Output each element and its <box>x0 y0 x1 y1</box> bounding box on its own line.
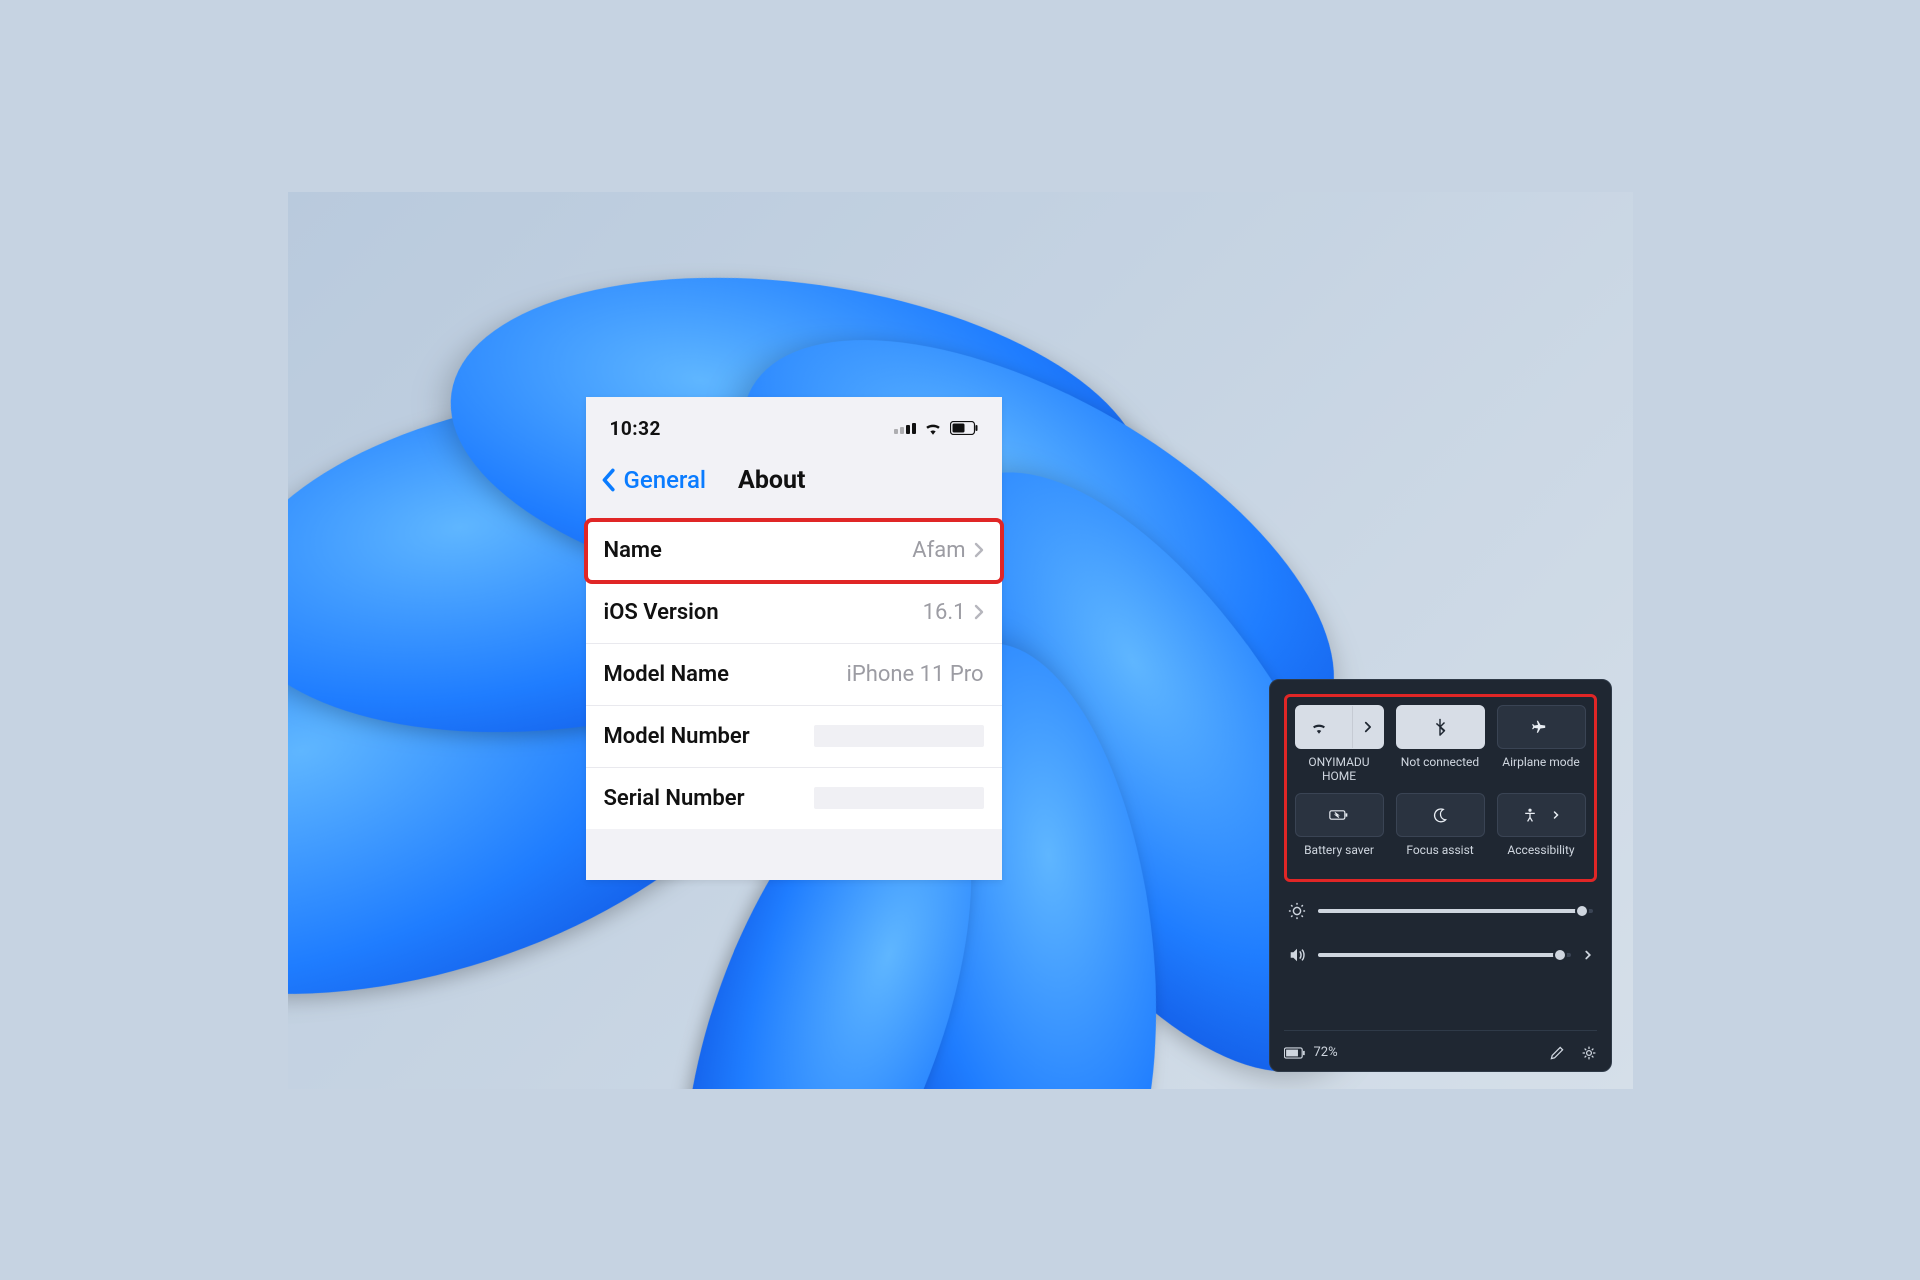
row-ios-version[interactable]: iOS Version 16.1 <box>586 582 1002 644</box>
chevron-right-icon <box>1363 720 1372 734</box>
brightness-icon <box>1288 902 1306 920</box>
back-chevron-icon[interactable] <box>600 468 616 492</box>
cellular-icon <box>894 423 916 434</box>
row-value: Afam <box>912 538 965 563</box>
edit-icon[interactable] <box>1549 1045 1565 1061</box>
tile-label: Airplane mode <box>1502 755 1579 783</box>
tile-label: Focus assist <box>1406 843 1473 871</box>
row-label: Model Name <box>604 662 729 687</box>
chevron-right-icon[interactable] <box>1583 948 1593 962</box>
page-title: About <box>738 466 805 495</box>
row-label: Model Number <box>604 724 750 749</box>
battery-status[interactable]: 72% <box>1284 1045 1338 1060</box>
chevron-right-icon <box>974 542 984 558</box>
volume-track[interactable] <box>1318 953 1571 957</box>
back-button[interactable]: General <box>624 466 707 494</box>
bluetooth-icon <box>1434 718 1446 736</box>
battery-icon <box>1284 1047 1306 1059</box>
iphone-nav-bar: General About <box>586 452 1002 519</box>
row-serial-number: Serial Number <box>586 768 1002 829</box>
quick-settings-highlight: ONYIMADU HOME Not connected Airplane mod… <box>1284 694 1597 883</box>
wifi-button[interactable] <box>1295 705 1384 749</box>
airplane-button[interactable] <box>1497 705 1586 749</box>
moon-icon <box>1432 807 1448 823</box>
tile-wifi: ONYIMADU HOME <box>1295 705 1384 784</box>
tile-airplane: Airplane mode <box>1497 705 1586 784</box>
row-value: iPhone 11 Pro <box>846 662 983 687</box>
gear-icon[interactable] <box>1581 1045 1597 1061</box>
row-model-number: Model Number <box>586 706 1002 768</box>
iphone-about-panel: 10:32 General About Name Afam <box>586 397 1002 880</box>
status-indicators <box>894 421 978 435</box>
tile-focus-assist: Focus assist <box>1396 793 1485 871</box>
tile-bluetooth: Not connected <box>1396 705 1485 784</box>
battery-icon <box>950 421 978 435</box>
desktop-wallpaper: 10:32 General About Name Afam <box>288 192 1633 1089</box>
battery-saver-icon <box>1329 808 1349 822</box>
row-model-name: Model Name iPhone 11 Pro <box>586 644 1002 706</box>
iphone-status-bar: 10:32 <box>586 397 1002 452</box>
row-value: 16.1 <box>923 600 966 625</box>
bluetooth-button[interactable] <box>1396 705 1485 749</box>
tile-label: Accessibility <box>1507 843 1574 871</box>
brightness-track[interactable] <box>1318 909 1593 913</box>
volume-slider[interactable] <box>1288 946 1593 964</box>
accessibility-button[interactable] <box>1497 793 1586 837</box>
status-time: 10:32 <box>610 417 661 440</box>
airplane-icon <box>1532 719 1550 735</box>
chevron-right-icon <box>974 604 984 620</box>
volume-icon <box>1288 946 1306 964</box>
tile-label: Not connected <box>1401 755 1479 783</box>
tile-label: Battery saver <box>1304 843 1374 871</box>
redacted-value <box>814 787 984 809</box>
redacted-value <box>814 725 984 747</box>
tile-label: ONYIMADU HOME <box>1295 755 1384 784</box>
tile-accessibility: Accessibility <box>1497 793 1586 871</box>
row-label: Name <box>604 538 662 563</box>
battery-saver-button[interactable] <box>1295 793 1384 837</box>
wifi-icon <box>1310 720 1328 734</box>
about-list: Name Afam iOS Version 16.1 Model Name iP <box>586 519 1002 829</box>
brightness-slider[interactable] <box>1288 902 1593 920</box>
row-label: iOS Version <box>604 600 719 625</box>
row-label: Serial Number <box>604 786 745 811</box>
chevron-right-icon <box>1552 809 1560 821</box>
quick-settings-panel: ONYIMADU HOME Not connected Airplane mod… <box>1269 679 1612 1072</box>
focus-assist-button[interactable] <box>1396 793 1485 837</box>
wifi-icon <box>924 421 942 435</box>
accessibility-icon <box>1522 807 1538 823</box>
battery-text: 72% <box>1314 1045 1338 1060</box>
row-name[interactable]: Name Afam <box>586 520 1002 582</box>
tile-battery-saver: Battery saver <box>1295 793 1384 871</box>
